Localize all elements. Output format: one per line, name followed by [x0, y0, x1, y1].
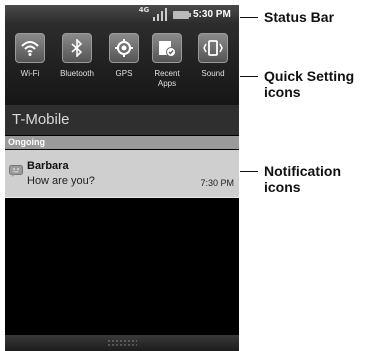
notification-item[interactable]: Barbara How are you? 7:30 PM	[5, 150, 239, 198]
sound-vibrate-icon	[198, 33, 228, 63]
quick-setting-recent-apps[interactable]: Recent Apps	[147, 33, 187, 89]
callout-line	[240, 76, 258, 77]
quick-setting-label: Sound	[201, 69, 225, 78]
callout-quick-settings: Quick Setting icons	[264, 68, 355, 100]
quick-setting-bluetooth[interactable]: Bluetooth	[57, 33, 97, 79]
gps-icon	[109, 33, 139, 63]
callout-notifications: Notification icons	[264, 163, 341, 195]
drawer-handle[interactable]	[5, 335, 239, 351]
quick-setting-label: Bluetooth	[60, 69, 94, 78]
callout-status-bar: Status Bar	[264, 9, 335, 25]
wifi-icon	[15, 33, 45, 63]
quick-setting-label: GPS	[115, 69, 133, 78]
notification-text: How are you?	[27, 175, 95, 187]
notification-title: Barbara	[27, 160, 69, 172]
recent-apps-icon	[152, 33, 182, 63]
status-time: 5:30 PM	[193, 9, 231, 20]
carrier-name: T-Mobile	[5, 105, 239, 135]
signal-strength-icon	[153, 8, 167, 21]
quick-settings-panel: Wi-Fi Bluetooth GPS Recent Apps Sound	[5, 25, 239, 105]
battery-icon	[173, 11, 191, 19]
phone-screen: 4G 5:30 PM Wi-Fi Bluetooth GPS Recent Ap…	[5, 5, 239, 351]
notification-time: 7:30 PM	[200, 178, 234, 188]
quick-setting-gps[interactable]: GPS	[104, 33, 144, 79]
network-4g-icon: 4G	[138, 6, 150, 14]
ongoing-section-header: Ongoing	[5, 136, 239, 149]
status-bar[interactable]: 4G 5:30 PM	[5, 5, 239, 25]
grip-dots-icon	[107, 339, 137, 347]
callout-line	[240, 17, 258, 18]
bluetooth-icon	[62, 33, 92, 63]
quick-setting-label: Recent Apps	[154, 69, 180, 88]
quick-setting-label: Wi-Fi	[20, 69, 40, 78]
callout-line	[240, 171, 258, 172]
quick-setting-sound[interactable]: Sound	[193, 33, 233, 79]
quick-setting-wifi[interactable]: Wi-Fi	[10, 33, 50, 79]
message-icon	[9, 165, 23, 177]
